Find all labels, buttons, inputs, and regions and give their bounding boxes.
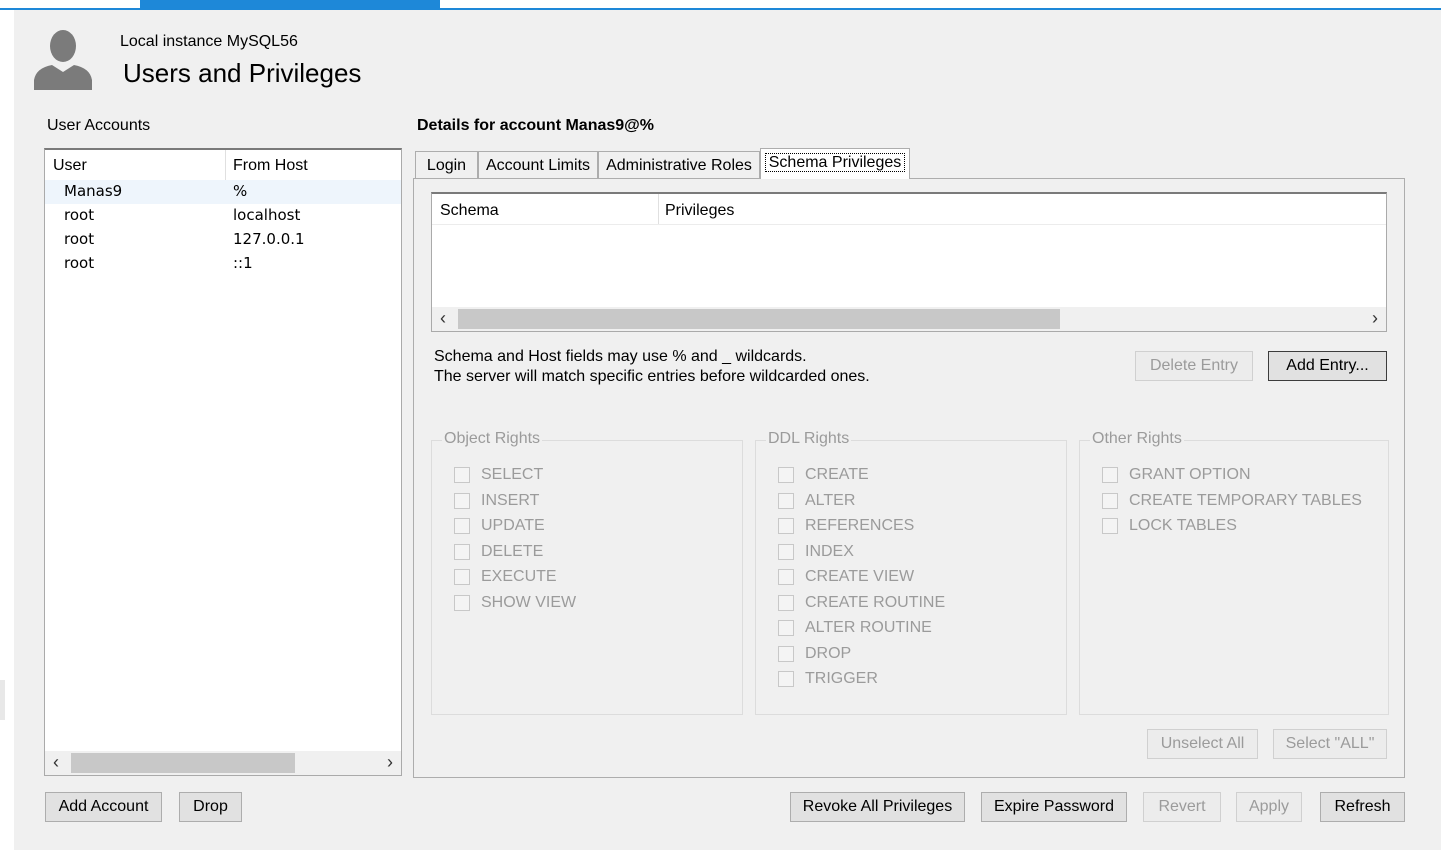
help-line-1: Schema and Host fields may use % and _ w… <box>434 348 807 365</box>
column-from-host[interactable]: From Host <box>233 157 308 175</box>
user-host: ::1 <box>233 254 253 272</box>
user-host: localhost <box>233 206 301 224</box>
column-schema[interactable]: Schema <box>440 202 499 220</box>
drop-button[interactable]: Drop <box>179 792 242 822</box>
scrollbar-thumb[interactable] <box>71 753 295 773</box>
unselect-all-button[interactable]: Unselect All <box>1147 729 1258 759</box>
help-line-2: The server will match specific entries b… <box>434 368 870 385</box>
tab-login[interactable]: Login <box>415 151 478 178</box>
user-name: root <box>64 230 95 248</box>
column-user[interactable]: User <box>53 157 87 175</box>
user-host: 127.0.0.1 <box>233 230 305 248</box>
user-name: Manas9 <box>64 182 123 200</box>
object-rights-group: Object Rights SELECT INSERT UPDATE DELET… <box>431 430 743 715</box>
active-editor-tab[interactable] <box>140 0 440 10</box>
page-title: Users and Privileges <box>123 58 362 88</box>
refresh-button[interactable]: Refresh <box>1320 792 1405 822</box>
revoke-all-privileges-button[interactable]: Revoke All Privileges <box>790 792 965 822</box>
user-row[interactable]: root ::1 <box>45 252 401 276</box>
schema-privileges-grid[interactable]: Schema Privileges ‹ › <box>431 192 1387 332</box>
column-privileges[interactable]: Privileges <box>665 202 734 220</box>
user-accounts-header: User From Host <box>45 150 401 181</box>
user-accounts-label: User Accounts <box>47 117 151 134</box>
user-name: root <box>64 254 95 272</box>
user-row[interactable]: root localhost <box>45 204 401 228</box>
top-tab-strip <box>0 0 1441 10</box>
schema-grid-header: Schema Privileges <box>432 194 1386 225</box>
scroll-left-icon[interactable]: ‹ <box>440 308 446 329</box>
user-avatar-icon <box>34 30 92 90</box>
left-edge-strip <box>0 680 5 720</box>
expire-password-button[interactable]: Expire Password <box>981 792 1127 822</box>
schema-grid-horizontal-scrollbar[interactable]: ‹ › <box>432 307 1386 331</box>
scrollbar-thumb[interactable] <box>458 309 1060 329</box>
tab-schema-privileges-label: Schema Privileges <box>764 153 906 172</box>
select-all-button[interactable]: Select "ALL" <box>1273 729 1387 759</box>
scroll-right-icon[interactable]: › <box>1372 308 1378 329</box>
tab-schema-privileges[interactable]: Schema Privileges <box>760 148 910 179</box>
wildcard-help: Schema and Host fields may use % and _ w… <box>434 347 870 387</box>
scroll-left-icon[interactable]: ‹ <box>53 752 59 773</box>
ddl-rights-label: DDL Rights <box>766 430 852 448</box>
apply-button[interactable]: Apply <box>1236 792 1302 822</box>
object-rights-label: Object Rights <box>442 430 543 448</box>
add-account-button[interactable]: Add Account <box>45 792 162 822</box>
details-label: Details for account Manas9@% <box>417 117 654 134</box>
user-row[interactable]: Manas9 % <box>45 180 401 204</box>
user-name: root <box>64 206 95 224</box>
scroll-right-icon[interactable]: › <box>387 752 393 773</box>
connection-subtitle: Local instance MySQL56 <box>120 33 298 50</box>
user-list-horizontal-scrollbar[interactable]: ‹ › <box>45 751 401 775</box>
add-entry-button[interactable]: Add Entry... <box>1268 351 1387 381</box>
user-accounts-list[interactable]: User From Host Manas9 % root localhost r… <box>44 148 402 776</box>
user-row[interactable]: root 127.0.0.1 <box>45 228 401 252</box>
ddl-rights-group: DDL Rights CREATE ALTER REFERENCES INDEX… <box>755 430 1067 715</box>
user-host: % <box>233 182 248 200</box>
other-rights-group: Other Rights GRANT OPTION CREATE TEMPORA… <box>1079 430 1389 715</box>
tab-account-limits[interactable]: Account Limits <box>478 151 598 178</box>
other-rights-label: Other Rights <box>1090 430 1184 448</box>
tab-administrative-roles[interactable]: Administrative Roles <box>598 151 760 178</box>
revert-button[interactable]: Revert <box>1143 792 1221 822</box>
delete-entry-button[interactable]: Delete Entry <box>1135 351 1253 381</box>
